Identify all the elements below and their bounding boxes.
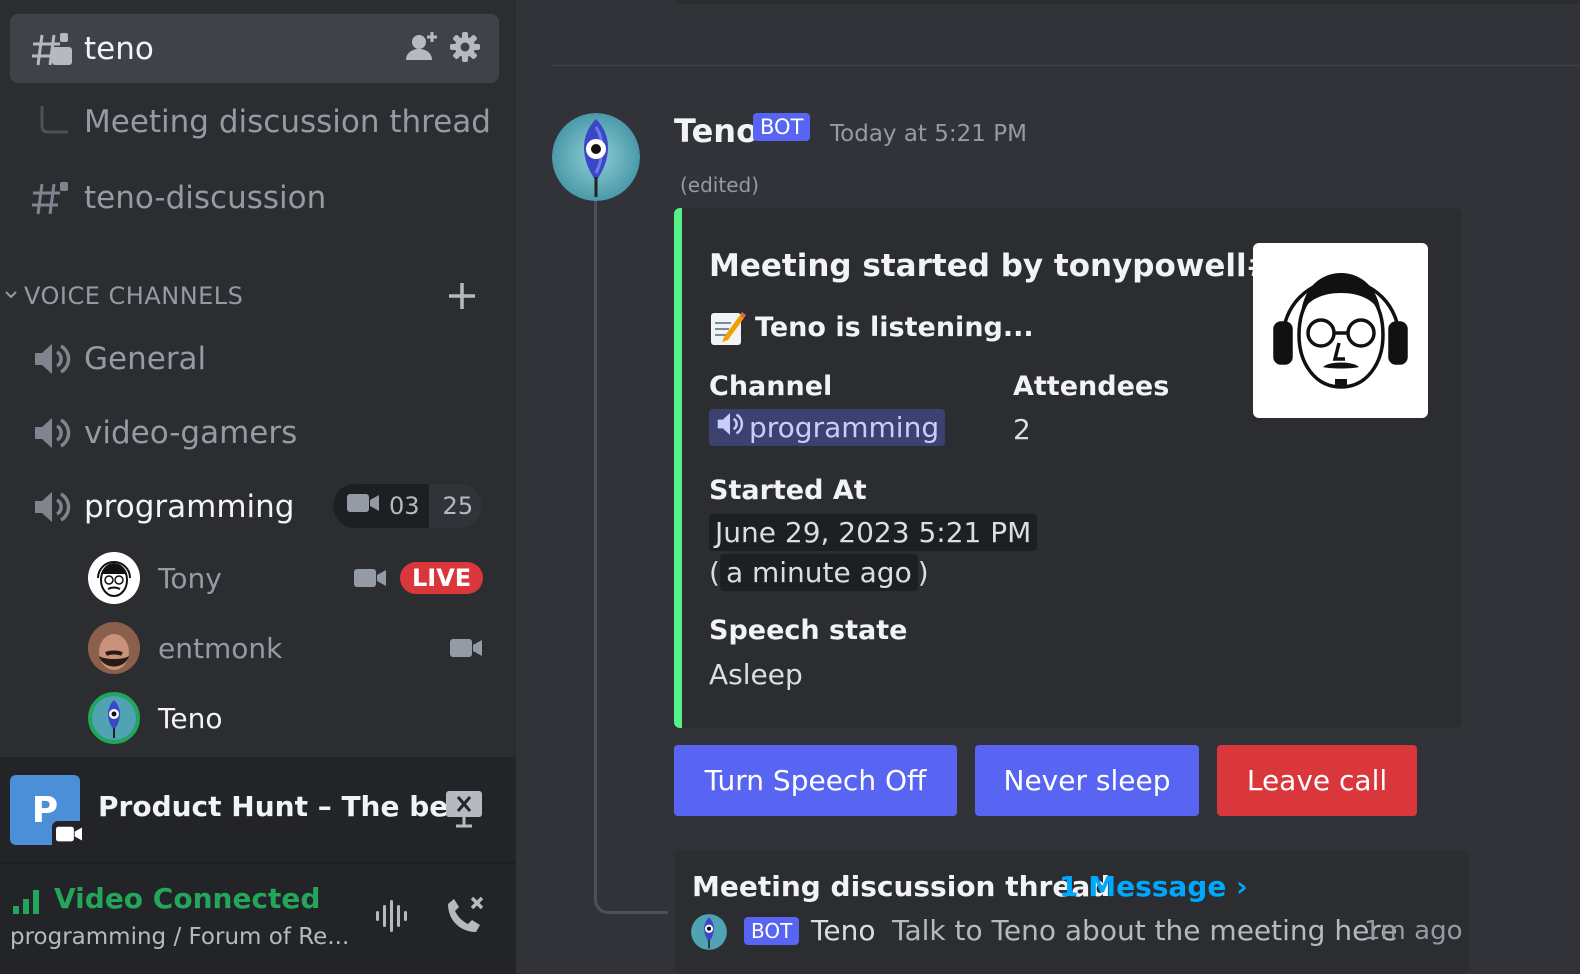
meeting-embed: Meeting started by tonypowell#0 Teno is … <box>674 208 1462 728</box>
edited-label: (edited) <box>680 173 760 197</box>
stream-panel: P Product Hunt – The be... <box>0 757 516 862</box>
section-label: VOICE CHANNELS <box>24 282 244 310</box>
signal-strength-icon[interactable] <box>12 884 44 920</box>
stream-video-icon <box>52 821 86 851</box>
speech-field-value: Asleep <box>709 658 803 691</box>
started-field-value: June 29, 2023 5:21 PM <box>709 514 1038 551</box>
started-field-title: Started At <box>709 475 867 506</box>
channel-teno-discussion[interactable]: teno-discussion <box>10 170 499 226</box>
thread-meeting-discussion[interactable]: Meeting discussion thread <box>10 94 499 150</box>
turn-speech-off-button[interactable]: Turn Speech Off <box>674 745 957 816</box>
attendees-field-title: Attendees <box>1013 371 1170 402</box>
channel-teno[interactable]: teno <box>10 14 499 83</box>
leave-call-button[interactable]: Leave call <box>1217 745 1417 816</box>
paren-close: ) <box>917 556 929 589</box>
live-badge[interactable]: LIVE <box>400 562 484 594</box>
voice-channel-link[interactable]: programming / Forum of Re... <box>10 924 349 950</box>
video-camera-icon <box>347 492 379 520</box>
text-thread-channel-icon <box>30 176 74 220</box>
text-thread-channel-icon <box>30 27 74 71</box>
thread-title[interactable]: Meeting discussion thread <box>692 870 1110 903</box>
attendees-field-value: 2 <box>1013 413 1031 446</box>
add-channel-icon[interactable] <box>446 280 478 316</box>
app-icon: P <box>10 775 86 851</box>
speaker-icon <box>30 485 74 529</box>
message-timestamp: Today at 5:21 PM <box>830 121 1027 147</box>
voice-status-panel: Video Connected programming / Forum of R… <box>0 862 516 974</box>
avatar <box>88 692 140 744</box>
never-sleep-button[interactable]: Never sleep <box>975 745 1199 816</box>
channel-field-title: Channel <box>709 371 833 402</box>
stop-streaming-icon[interactable] <box>444 789 484 833</box>
embed-title: Meeting started by tonypowell#0 <box>709 248 1295 284</box>
memo-icon <box>710 309 746 351</box>
stream-title: Product Hunt – The be... <box>98 790 481 823</box>
bot-tag: BOT <box>744 917 800 945</box>
channel-mention[interactable]: programming <box>709 409 946 446</box>
speech-field-title: Speech state <box>709 615 908 646</box>
gear-icon[interactable] <box>450 32 480 66</box>
user-limit: 25 <box>428 484 482 528</box>
voice-channels-header[interactable]: VOICE CHANNELS <box>0 276 516 316</box>
embed-description: Teno is listening... <box>755 312 1034 343</box>
thread-preview-card[interactable]: Meeting discussion thread 1 Message › BO… <box>674 850 1470 974</box>
avatar <box>88 552 140 604</box>
thread-message-count[interactable]: 1 Message › <box>1059 870 1248 903</box>
voice-user-tony[interactable]: Tony LIVE <box>88 551 488 605</box>
chevron-down-icon <box>4 287 18 306</box>
noise-suppression-icon[interactable] <box>372 898 416 938</box>
voice-user-teno[interactable]: Teno <box>88 691 488 745</box>
video-camera-icon <box>354 567 386 593</box>
previous-message-edge <box>674 0 1580 4</box>
channel-label: video-gamers <box>84 415 298 451</box>
avatar <box>691 914 727 950</box>
user-name: entmonk <box>158 631 283 665</box>
voice-status-text[interactable]: Video Connected <box>54 882 320 915</box>
thread-spine <box>594 200 668 914</box>
speaker-icon <box>30 411 74 455</box>
paren-open: ( <box>709 556 720 589</box>
thread-spine-icon <box>30 100 74 144</box>
bot-tag: BOT <box>753 113 811 141</box>
avatar <box>88 622 140 674</box>
embed-thumbnail[interactable] <box>1253 243 1428 418</box>
thread-last-time: 1m ago <box>1364 916 1463 946</box>
user-name: Tony <box>158 561 222 595</box>
message-author[interactable]: Teno <box>674 112 758 150</box>
voice-user-entmonk[interactable]: entmonk <box>88 621 488 675</box>
relative-time: a minute ago <box>719 554 918 591</box>
channel-label: teno <box>84 30 154 67</box>
speaker-icon <box>30 337 74 381</box>
thread-last-message: Talk to Teno about the meeting here <box>892 914 1398 947</box>
mention-label: programming <box>749 411 940 444</box>
started-relative: (a minute ago) <box>709 554 929 591</box>
user-name: Teno <box>158 701 223 735</box>
speaker-icon <box>715 411 745 444</box>
invite-member-icon[interactable] <box>405 30 439 68</box>
voice-channel-stats-badge: 03 25 <box>333 484 482 528</box>
channel-sidebar: teno Meeting discussion thread teno-disc… <box>0 0 516 974</box>
channel-label: General <box>84 341 207 377</box>
participant-count: 03 <box>389 492 420 520</box>
thread-last-author: Teno <box>811 914 876 947</box>
divider <box>552 65 1580 66</box>
disconnect-call-icon[interactable] <box>442 894 488 942</box>
voice-channel-general[interactable]: General <box>10 331 499 387</box>
voice-channel-video-gamers[interactable]: video-gamers <box>10 405 499 461</box>
channel-label: teno-discussion <box>84 180 327 216</box>
thread-label: Meeting discussion thread <box>84 104 491 140</box>
video-camera-icon <box>450 637 482 663</box>
channel-label: programming <box>84 489 295 525</box>
bot-avatar[interactable] <box>552 113 640 201</box>
